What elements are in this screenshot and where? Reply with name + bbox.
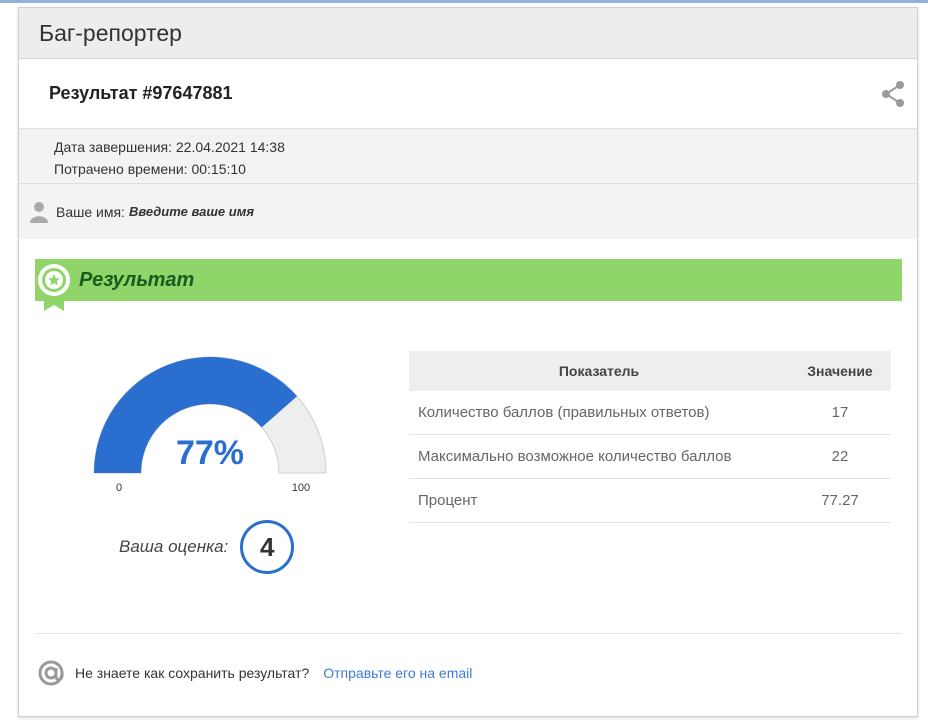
grade-label: Ваша оценка: <box>119 537 229 556</box>
row-name: Максимально возможное количество баллов <box>409 434 789 479</box>
result-title: Результат #97647881 <box>49 83 233 103</box>
column-header: Показатель <box>409 351 789 391</box>
results-table: Показатель Значение Количество баллов (п… <box>409 351 891 523</box>
section-title: Результат <box>79 268 195 291</box>
award-badge-icon <box>38 264 70 311</box>
result-card: Баг-репортер Результат #97647881 Дата за… <box>18 7 918 717</box>
user-name-input[interactable]: Введите ваше имя <box>129 204 254 219</box>
gauge-min-label: 0 <box>116 482 122 494</box>
divider <box>35 633 902 634</box>
row-value: 22 <box>789 434 891 479</box>
top-accent-line <box>0 0 928 3</box>
completion-date: Дата завершения: 22.04.2021 14:38 <box>54 139 285 155</box>
user-name-row: Ваше имя: Введите ваше имя <box>19 184 917 239</box>
app-header: Баг-репортер <box>19 8 917 59</box>
gauge-percent: 77% <box>176 434 244 472</box>
app-title: Баг-репортер <box>39 19 182 46</box>
time-spent: Потрачено времени: 00:15:10 <box>54 161 246 177</box>
result-banner: Результат <box>35 259 902 301</box>
result-meta: Дата завершения: 22.04.2021 14:38 Потрач… <box>19 129 917 184</box>
table-row: Максимально возможное количество баллов … <box>409 434 891 479</box>
column-header: Значение <box>789 351 891 391</box>
grade: Ваша оценка: 4 <box>119 520 295 574</box>
table-row: Процент 77.27 <box>409 478 891 523</box>
share-icon[interactable] <box>881 80 905 108</box>
user-icon <box>30 201 48 223</box>
send-email-link[interactable]: Отправьте его на email <box>323 665 472 681</box>
score-gauge: 77% 0 100 <box>93 356 327 494</box>
grade-value: 4 <box>240 520 295 574</box>
row-name: Количество баллов (правильных ответов) <box>409 391 789 435</box>
save-result-footer: Не знаете как сохранить результат? Отпра… <box>37 659 472 687</box>
row-value: 77.27 <box>789 478 891 523</box>
gauge-max-label: 100 <box>292 482 310 494</box>
table-row: Количество баллов (правильных ответов) 1… <box>409 391 891 435</box>
result-header: Результат #97647881 <box>19 59 917 129</box>
row-name: Процент <box>409 478 789 523</box>
user-name-label: Ваше имя: <box>56 203 125 220</box>
table-header-row: Показатель Значение <box>409 351 891 391</box>
save-question: Не знаете как сохранить результат? <box>75 665 310 681</box>
row-value: 17 <box>789 391 891 435</box>
email-at-icon <box>38 660 64 686</box>
